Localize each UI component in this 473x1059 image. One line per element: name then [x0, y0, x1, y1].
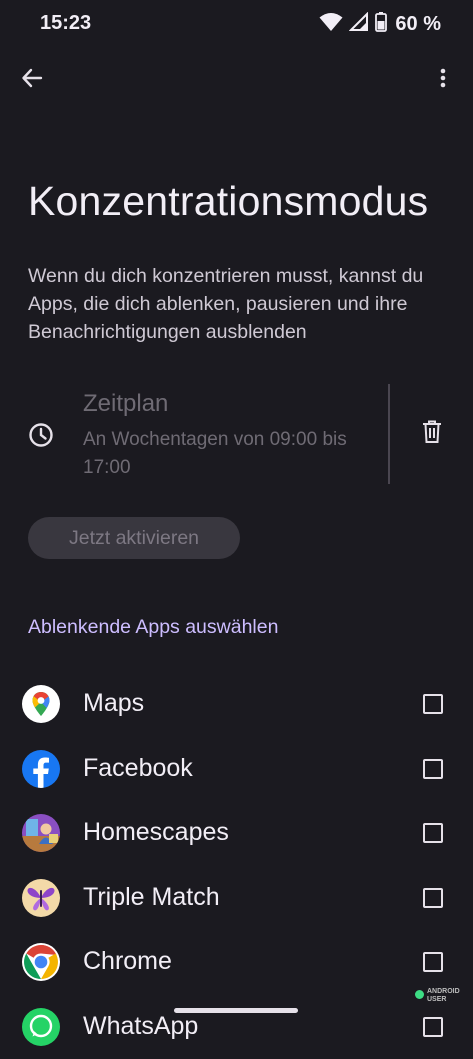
- page-description: Wenn du dich konzentrieren musst, kannst…: [28, 262, 453, 346]
- more-options-button[interactable]: [427, 62, 459, 98]
- app-bar: [0, 56, 473, 104]
- list-item-whatsapp[interactable]: WhatsApp: [0, 995, 473, 1059]
- app-name: WhatsApp: [83, 1012, 198, 1041]
- facebook-icon: [22, 750, 60, 788]
- chrome-icon: [22, 943, 60, 981]
- arrow-back-icon: [21, 67, 43, 94]
- checkbox[interactable]: [423, 888, 443, 908]
- checkbox[interactable]: [423, 694, 443, 714]
- clock-icon: [28, 422, 54, 448]
- app-name: Homescapes: [83, 818, 229, 847]
- wifi-icon: [319, 12, 343, 37]
- gesture-nav-handle[interactable]: [174, 1008, 298, 1013]
- delete-schedule-button[interactable]: [416, 418, 448, 450]
- list-item-facebook[interactable]: Facebook: [0, 737, 473, 802]
- more-vert-icon: [440, 68, 446, 93]
- section-header-distracting-apps: Ablenkende Apps auswählen: [28, 616, 278, 639]
- schedule-divider: [388, 384, 390, 484]
- activate-now-button[interactable]: Jetzt aktivieren: [28, 517, 240, 559]
- app-name: Facebook: [83, 754, 193, 783]
- watermark-line1: ANDROID: [427, 988, 460, 996]
- list-item-maps[interactable]: Maps: [0, 672, 473, 737]
- schedule-subtitle: An Wochentagen von 09:00 bis 17:00: [83, 426, 373, 482]
- battery-icon: [375, 12, 387, 37]
- delete-icon: [422, 420, 442, 449]
- checkbox[interactable]: [423, 952, 443, 972]
- app-list: Maps Facebook Homescapes: [0, 672, 473, 1059]
- app-name: Chrome: [83, 947, 172, 976]
- watermark: ANDROID USER: [427, 988, 460, 1004]
- list-item-homescapes[interactable]: Homescapes: [0, 801, 473, 866]
- checkbox[interactable]: [423, 1017, 443, 1037]
- cell-signal-icon: [349, 12, 369, 37]
- page-title: Konzentrationsmodus: [28, 178, 428, 225]
- battery-percent: 60 %: [395, 13, 441, 36]
- app-name: Triple Match: [83, 883, 220, 912]
- whatsapp-icon: [22, 1008, 60, 1046]
- status-time: 15:23: [40, 12, 91, 35]
- back-button[interactable]: [14, 62, 50, 98]
- homescapes-icon: [22, 814, 60, 852]
- checkbox[interactable]: [423, 823, 443, 843]
- watermark-line2: USER: [427, 996, 460, 1004]
- schedule-title: Zeitplan: [83, 390, 168, 418]
- status-icons: 60 %: [319, 12, 441, 37]
- maps-icon: [22, 685, 60, 723]
- list-item-triple-match[interactable]: Triple Match: [0, 866, 473, 931]
- app-name: Maps: [83, 689, 144, 718]
- triple-match-icon: [22, 879, 60, 917]
- list-item-chrome[interactable]: Chrome: [0, 930, 473, 995]
- status-bar: 15:23 60 %: [0, 0, 473, 48]
- android-logo-icon: [415, 990, 424, 999]
- checkbox[interactable]: [423, 759, 443, 779]
- schedule-row[interactable]: Zeitplan An Wochentagen von 09:00 bis 17…: [0, 382, 473, 486]
